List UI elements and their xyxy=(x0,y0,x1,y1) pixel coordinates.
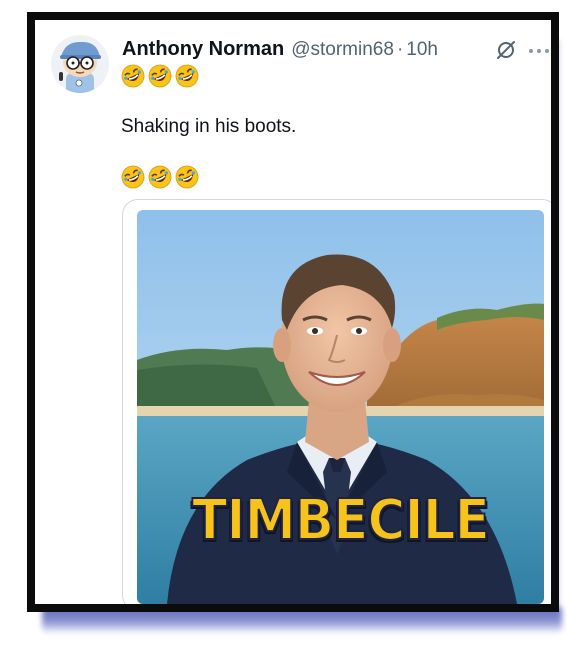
more-dots-icon[interactable] xyxy=(528,48,550,54)
tweet-header: Anthony Norman @stormin68 · 10h xyxy=(122,38,438,61)
emoji-row-bottom xyxy=(121,165,199,189)
avatar[interactable] xyxy=(51,35,109,93)
rofl-emoji-icon xyxy=(121,64,145,88)
rofl-emoji-icon xyxy=(175,165,199,189)
display-name[interactable]: Anthony Norman xyxy=(122,38,284,61)
tweet-card: Anthony Norman @stormin68 · 10h Shaking … xyxy=(27,12,559,612)
tweet-text: Shaking in his boots. xyxy=(121,116,297,137)
emoji-row-top xyxy=(121,64,199,88)
meme-caption: TIMBECILE xyxy=(191,487,491,554)
header-separator: · xyxy=(396,39,404,60)
media-card[interactable]: TIMBECILE xyxy=(122,199,551,604)
rofl-emoji-icon xyxy=(148,165,172,189)
avatar-cartoon-icon xyxy=(51,35,109,93)
user-handle[interactable]: @stormin68 xyxy=(291,39,394,61)
rofl-emoji-icon xyxy=(148,64,172,88)
rofl-emoji-icon xyxy=(121,165,145,189)
grok-slash-circle-icon[interactable] xyxy=(495,39,517,61)
rofl-emoji-icon xyxy=(175,64,199,88)
tweet-timestamp[interactable]: 10h xyxy=(406,39,438,61)
media-image[interactable]: TIMBECILE xyxy=(137,210,544,604)
screenshot-stage: Anthony Norman @stormin68 · 10h Shaking … xyxy=(0,0,567,654)
